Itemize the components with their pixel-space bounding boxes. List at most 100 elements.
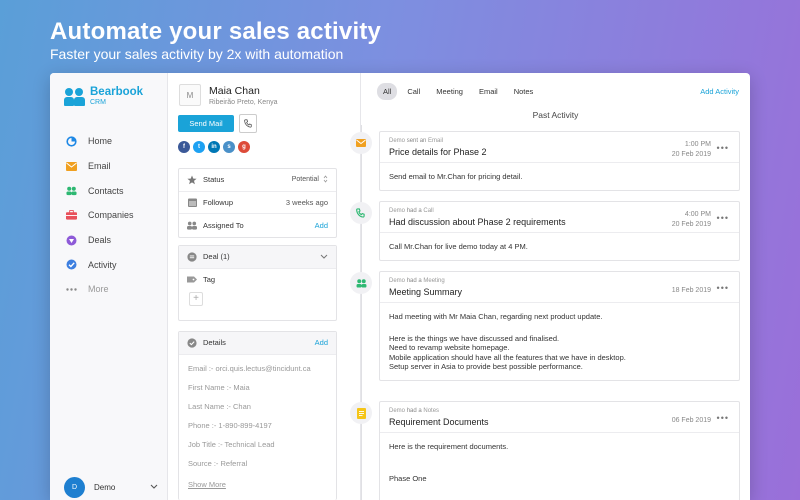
contact-name: Maia Chan bbox=[209, 85, 260, 97]
send-mail-button[interactable]: Send Mail bbox=[178, 115, 234, 132]
deal-icon bbox=[187, 252, 197, 262]
hero-title: Automate your sales activity bbox=[50, 18, 382, 45]
activity-panel: All Call Meeting Email Notes Add Activit… bbox=[350, 73, 750, 500]
activity-body-line: Call Mr.Chan for live demo today at 4 PM… bbox=[389, 242, 528, 251]
brand-sub: CRM bbox=[90, 99, 106, 106]
sidebar-item-label: More bbox=[88, 284, 109, 295]
email-icon bbox=[350, 132, 372, 154]
activity-body: Here is the requirement documents. Phase… bbox=[380, 433, 739, 491]
email-icon bbox=[66, 161, 77, 172]
tab-call[interactable]: Call bbox=[401, 83, 426, 100]
more-options-icon[interactable]: ••• bbox=[717, 283, 729, 293]
status-value: Potential bbox=[291, 176, 319, 184]
activity-date: 18 Feb 2019 bbox=[671, 287, 711, 294]
timeline-line bbox=[361, 125, 362, 500]
skype-icon[interactable]: s bbox=[223, 141, 235, 153]
hero-subtitle: Faster your sales activity by 2x with au… bbox=[50, 46, 344, 62]
sidebar-item-more[interactable]: More bbox=[50, 277, 168, 302]
followup-value: 3 weeks ago bbox=[285, 197, 328, 207]
chevron-down-icon[interactable] bbox=[320, 252, 328, 261]
past-activity-heading: Past Activity bbox=[532, 110, 579, 120]
activity-body-line: Mobile application should have all the f… bbox=[389, 352, 626, 362]
sidebar-item-label: Home bbox=[88, 136, 113, 147]
detail-phone: Phone :- 1-890-899-4197 bbox=[188, 421, 272, 431]
details-header: Details Add bbox=[179, 332, 336, 355]
contact-location: Ribeirão Preto, Kenya bbox=[209, 99, 278, 106]
activity-icon bbox=[66, 259, 77, 270]
contacts-icon bbox=[66, 185, 77, 196]
activity-verb: sent an bbox=[406, 138, 427, 144]
tag-label: Tag bbox=[203, 274, 216, 284]
bearbook-logo-icon bbox=[64, 87, 86, 108]
add-activity-link[interactable]: Add Activity bbox=[700, 87, 739, 96]
sidebar-item-label: Email bbox=[88, 161, 111, 172]
user-name: Demo bbox=[94, 483, 116, 492]
tab-meeting[interactable]: Meeting bbox=[430, 83, 469, 100]
activity-date: 20 Feb 2019 bbox=[671, 221, 711, 228]
sidebar-item-email[interactable]: Email bbox=[50, 154, 168, 179]
more-icon bbox=[66, 284, 77, 295]
show-more-link[interactable]: Show More bbox=[188, 480, 226, 489]
star-icon bbox=[187, 175, 197, 185]
activity-body-line: Here is the things we have discussed and… bbox=[389, 333, 560, 343]
activity-body-line: Phase One bbox=[389, 473, 427, 483]
avatar: D bbox=[64, 477, 85, 498]
activity-timestamp: 18 Feb 2019 bbox=[672, 286, 711, 296]
more-options-icon[interactable]: ••• bbox=[717, 213, 729, 223]
details-add-link[interactable]: Add bbox=[315, 338, 328, 347]
activity-type: Meeting bbox=[423, 278, 445, 284]
activity-item[interactable]: Demo had a Meeting Meeting Summary 18 Fe… bbox=[379, 271, 740, 381]
activity-type: Call bbox=[423, 208, 434, 214]
sidebar-item-label: Activity bbox=[88, 259, 117, 270]
sidebar-item-activity[interactable]: Activity bbox=[50, 252, 168, 277]
user-menu[interactable]: D Demo bbox=[64, 477, 158, 498]
facebook-icon[interactable]: f bbox=[178, 141, 190, 153]
linkedin-icon[interactable]: in bbox=[208, 141, 220, 153]
more-options-icon[interactable]: ••• bbox=[717, 143, 729, 153]
assigned-add-link[interactable]: Add bbox=[315, 221, 328, 230]
details-card: Details Add Email :- orci.quis.lectus@ti… bbox=[178, 331, 337, 500]
call-button[interactable] bbox=[239, 114, 257, 133]
tab-email[interactable]: Email bbox=[473, 83, 504, 100]
status-row[interactable]: Status Potential bbox=[179, 169, 336, 192]
google-plus-icon[interactable]: g bbox=[238, 141, 250, 153]
sidebar-item-contacts[interactable]: Contacts bbox=[50, 178, 168, 203]
logo[interactable]: Bearbook CRM bbox=[64, 86, 143, 108]
sidebar-item-home[interactable]: Home bbox=[50, 129, 168, 154]
add-tag-button[interactable]: + bbox=[189, 291, 203, 306]
activity-item[interactable]: Demo had a Call Had discussion about Pha… bbox=[379, 201, 740, 261]
twitter-icon[interactable]: t bbox=[193, 141, 205, 153]
activity-meta: Demo had a Meeting bbox=[389, 278, 731, 284]
activity-item[interactable]: Demo had a Notes Requirement Documents 0… bbox=[379, 401, 740, 500]
activity-date: 20 Feb 2019 bbox=[671, 151, 711, 158]
tab-all[interactable]: All bbox=[377, 83, 398, 100]
assigned-label: Assigned To bbox=[203, 220, 244, 230]
activity-body-line: Had meeting with Mr Maia Chan, regarding… bbox=[389, 312, 603, 321]
sidebar-item-label: Deals bbox=[88, 235, 112, 246]
contact-info-card: Status Potential Followup 3 weeks ago As… bbox=[178, 168, 337, 238]
app-window: Bearbook CRM Home Email Contacts Compani… bbox=[50, 73, 750, 500]
sidebar: Bearbook CRM Home Email Contacts Compani… bbox=[50, 73, 168, 500]
sidebar-item-label: Contacts bbox=[88, 185, 124, 196]
details-list: Email :- orci.quis.lectus@tincidunt.ca F… bbox=[179, 355, 336, 492]
sidebar-item-companies[interactable]: Companies bbox=[50, 203, 168, 228]
activity-meta: Demo had a Notes bbox=[389, 408, 731, 414]
activity-body-line: Need to revamp website homepage. bbox=[389, 343, 510, 352]
activity-body: Had meeting with Mr Maia Chan, regarding… bbox=[380, 303, 739, 380]
contacts-icon bbox=[350, 272, 372, 294]
companies-icon bbox=[66, 210, 77, 221]
sidebar-item-deals[interactable]: Deals bbox=[50, 228, 168, 253]
activity-item[interactable]: Demo sent an Email Price details for Pha… bbox=[379, 131, 740, 191]
activity-tabs: All Call Meeting Email Notes bbox=[377, 83, 539, 100]
activity-timestamp: 06 Feb 2019 bbox=[672, 416, 711, 426]
detail-email: Email :- orci.quis.lectus@tincidunt.ca bbox=[188, 363, 311, 373]
phone-icon bbox=[244, 115, 252, 133]
detail-last-name: Last Name :- Chan bbox=[188, 401, 251, 411]
activity-body-line: Send email to Mr.Chan for pricing detail… bbox=[389, 172, 523, 181]
more-options-icon[interactable]: ••• bbox=[717, 413, 729, 423]
activity-body-line: Setup server in Asia to provide best pos… bbox=[389, 362, 583, 371]
activity-author: Demo bbox=[389, 208, 406, 214]
deal-row[interactable]: Deal (1) bbox=[179, 246, 336, 269]
home-icon bbox=[66, 136, 77, 147]
tab-notes[interactable]: Notes bbox=[508, 83, 540, 100]
